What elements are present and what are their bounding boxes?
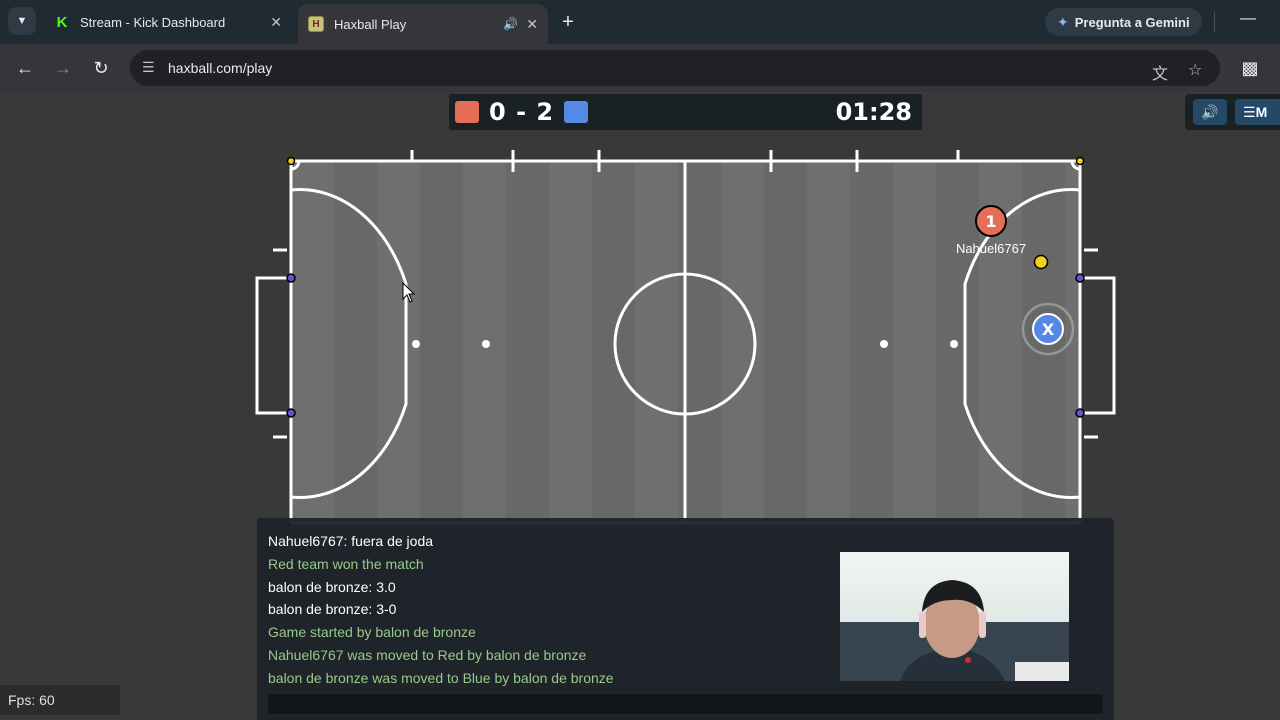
ball: [1033, 254, 1049, 270]
close-icon[interactable]: ✕: [270, 14, 282, 31]
chat-message: balon de bronze: 3.0: [268, 578, 396, 595]
red-team-icon: [455, 101, 479, 123]
player-name: Nahuel6767: [956, 241, 1026, 256]
extensions-icon[interactable]: ▩: [1238, 56, 1262, 80]
forward-arrow-icon[interactable]: →: [51, 56, 75, 80]
red-score: 0: [489, 98, 507, 126]
chat-message: Nahuel6767: fuera de joda: [268, 533, 434, 549]
fps-counter: Fps: 60: [0, 685, 120, 715]
penalty-spot: [880, 340, 888, 348]
tab-kick-dashboard[interactable]: K Stream - Kick Dashboard ✕: [44, 6, 292, 38]
chat-message: Game started by balon de bronze: [268, 624, 476, 641]
sparkle-icon: ✦: [1057, 13, 1069, 30]
chat-panel: Nahuel6767: fuera de joda Red team won t…: [257, 518, 1114, 720]
address-bar[interactable]: ☰ haxball.com/play 文 ☆: [130, 50, 1220, 86]
match-timer: 01:28: [835, 98, 912, 126]
tab-search-button[interactable]: ▼: [8, 7, 36, 35]
kick-icon: K: [56, 13, 68, 31]
corner-post: [1075, 156, 1085, 166]
webcam-overlay: [840, 552, 1069, 681]
player-number: X: [1042, 320, 1055, 339]
divider: [1214, 12, 1215, 32]
translate-icon[interactable]: 文: [1152, 60, 1168, 84]
goal-left: [255, 276, 291, 415]
chat-message: balon de bronze was moved to Blue by bal…: [268, 669, 614, 686]
tab-title: Stream - Kick Dashboard: [80, 14, 226, 30]
sound-button[interactable]: 🔊: [1193, 99, 1227, 125]
browser-toolbar: ← → ↻ ☰ haxball.com/play 文 ☆ ▩: [0, 44, 1280, 92]
menu-button[interactable]: ☰ M: [1235, 99, 1280, 125]
penalty-spot: [950, 340, 958, 348]
blue-score: 2: [536, 98, 555, 126]
haxball-icon: H: [308, 16, 324, 32]
tab-strip: ▼ K Stream - Kick Dashboard ✕ H Haxball …: [0, 0, 1280, 44]
tab-title: Haxball Play: [334, 16, 407, 32]
corner-post: [286, 156, 296, 166]
blue-team-icon: [564, 101, 589, 123]
reload-icon[interactable]: ↻: [89, 56, 113, 80]
chat-log: Nahuel6767: fuera de joda Red team won t…: [268, 530, 838, 690]
chat-input[interactable]: [268, 694, 1103, 714]
speaker-icon: 🔊: [1201, 103, 1219, 120]
minimize-button[interactable]: —: [1238, 10, 1258, 30]
scoreboard: 0 - 2 01:28: [449, 94, 922, 130]
goal-right: [1080, 276, 1116, 415]
score-separator: -: [516, 98, 528, 126]
close-icon[interactable]: ✕: [526, 16, 538, 33]
goal-post: [286, 273, 296, 283]
player-number: 1: [985, 212, 996, 231]
chat-message: Nahuel6767 was moved to Red by balon de …: [268, 646, 587, 663]
game-area: 1 Nahuel6767 X 0 - 2 01:28 🔊 ☰ M Nahuel6…: [0, 92, 1280, 720]
score-text: 0 - 2: [489, 98, 554, 126]
penalty-spot: [482, 340, 490, 348]
back-arrow-icon[interactable]: ←: [13, 56, 37, 80]
chat-message: Red team won the match: [268, 555, 424, 572]
speaker-icon[interactable]: 🔊: [503, 17, 518, 31]
chevron-down-icon: ▼: [16, 15, 28, 27]
site-info-icon[interactable]: ☰: [142, 59, 155, 76]
gemini-label: Pregunta a Gemini: [1074, 14, 1190, 30]
goal-post: [1075, 408, 1085, 418]
new-tab-button[interactable]: +: [556, 10, 580, 34]
menu-icon: ☰: [1243, 103, 1256, 120]
star-icon[interactable]: ☆: [1188, 60, 1202, 80]
gemini-button[interactable]: ✦ Pregunta a Gemini: [1045, 8, 1202, 36]
penalty-spot: [412, 340, 420, 348]
goal-post: [286, 408, 296, 418]
menu-label: M: [1255, 104, 1268, 120]
goal-post: [1075, 273, 1085, 283]
url-text: haxball.com/play: [168, 60, 273, 76]
tab-haxball-play[interactable]: H Haxball Play 🔊 ✕: [298, 4, 548, 44]
chat-message: balon de bronze: 3-0: [268, 601, 397, 618]
game-tools: 🔊 ☰ M: [1185, 94, 1280, 130]
